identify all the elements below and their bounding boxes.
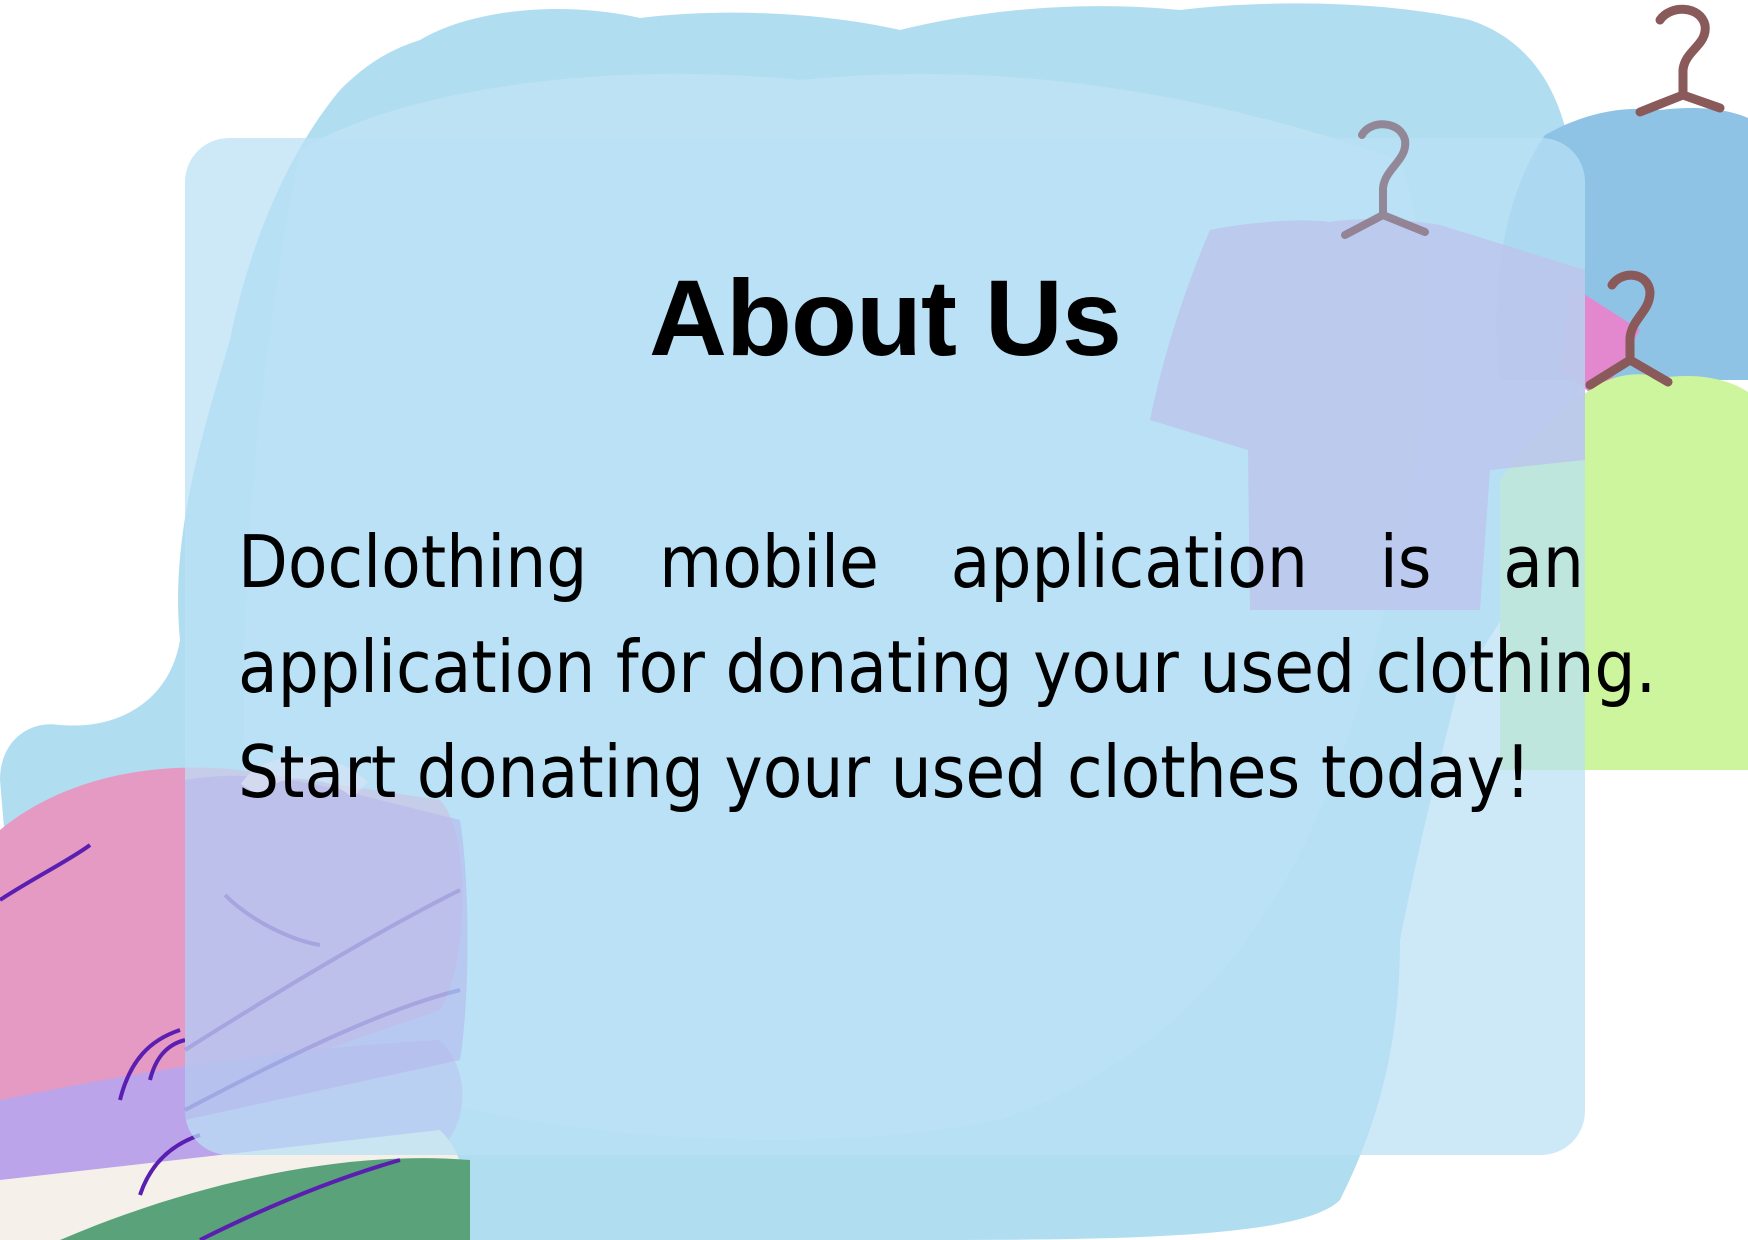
description-line-2: application for donating your used cloth… (238, 625, 1657, 709)
page-title: About Us (649, 257, 1122, 378)
description-line-3: Start donating your used clothes today! (238, 730, 1531, 814)
description-word: mobile (659, 520, 879, 604)
description-word: an (1503, 520, 1584, 604)
about-description: Doclothing mobile application is an appl… (238, 510, 1657, 825)
description-word: Doclothing (238, 520, 588, 604)
description-line-1: Doclothing mobile application is an (238, 510, 1584, 615)
description-word: is (1379, 520, 1432, 604)
description-word: application (950, 520, 1308, 604)
